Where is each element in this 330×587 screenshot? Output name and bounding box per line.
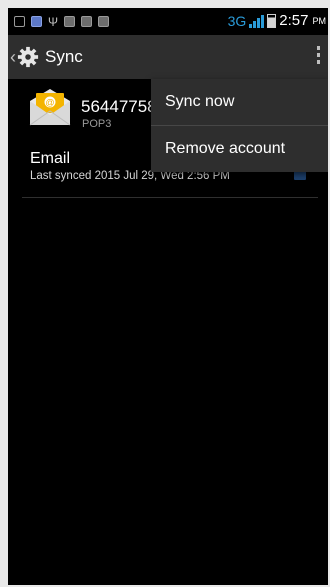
action-bar: ‹ Sync: [8, 35, 328, 79]
overflow-menu-icon[interactable]: [317, 46, 320, 64]
network-type: 3G: [227, 12, 247, 29]
clock-ampm: PM: [312, 15, 327, 26]
signal-icon: [249, 14, 265, 28]
status-right: 3G 2:57 PM: [228, 12, 326, 29]
page-title: Sync: [45, 47, 83, 66]
notification-icon: [31, 16, 42, 27]
clock: 2:57: [279, 12, 309, 29]
notification-icon: [98, 16, 110, 27]
back-chevron-icon: ‹: [10, 46, 16, 67]
notification-icon: [64, 16, 76, 27]
settings-gear-icon: [17, 46, 39, 68]
email-envelope-icon: @: [29, 89, 71, 126]
notification-icon: [81, 16, 93, 27]
account-number: 56447758: [81, 97, 157, 116]
account-type: POP3: [82, 118, 112, 130]
status-bar: Ψ 3G 2:57 PM: [8, 8, 328, 35]
up-navigation-button[interactable]: ‹ Sync: [8, 35, 83, 79]
notification-icon: [14, 16, 25, 27]
phone-screen: Ψ 3G 2:57 PM ‹ Sync @ 56447758 POP3 Emai…: [8, 8, 328, 585]
usb-icon: Ψ: [48, 14, 59, 29]
sync-item-title: Email: [30, 150, 71, 167]
overflow-popup-menu: Sync now Remove account: [151, 79, 328, 172]
list-divider: [22, 197, 318, 198]
battery-icon: [267, 13, 277, 28]
svg-text:@: @: [45, 98, 54, 108]
menu-item-sync-now[interactable]: Sync now: [151, 79, 328, 125]
menu-item-remove-account[interactable]: Remove account: [151, 126, 328, 172]
notification-icons: Ψ: [14, 14, 110, 29]
